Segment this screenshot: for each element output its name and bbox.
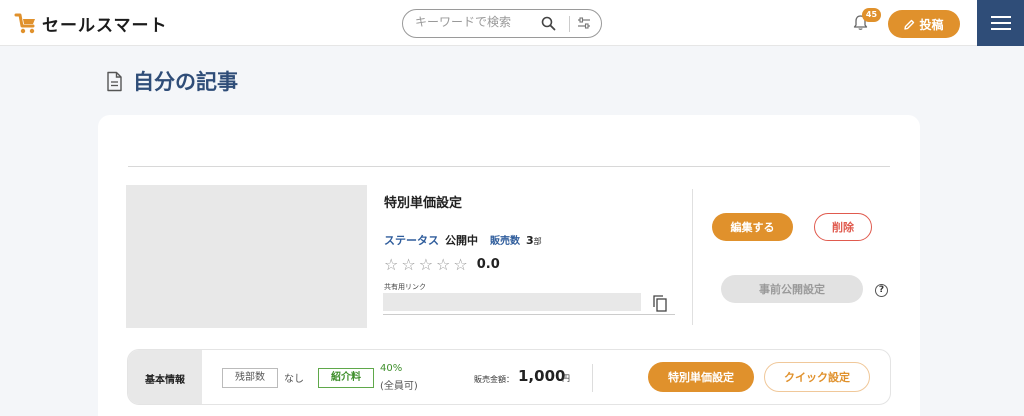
pencil-icon bbox=[904, 19, 915, 30]
hamburger-menu-icon bbox=[990, 16, 1011, 18]
referral-fee-tag: 紹介料 bbox=[318, 368, 374, 388]
status-row: ステータス 公開中 販売数 3 部 bbox=[384, 232, 542, 248]
remaining-copies-value: なし bbox=[284, 374, 304, 385]
search-icon[interactable] bbox=[541, 16, 556, 31]
search-divider bbox=[569, 16, 570, 32]
delete-button[interactable]: 削除 bbox=[814, 213, 872, 241]
referral-fee-note: (全員可) bbox=[380, 381, 418, 392]
sales-unit: 部 bbox=[533, 237, 542, 246]
sales-label: 販売数 bbox=[490, 236, 520, 247]
search-input[interactable] bbox=[415, 15, 535, 29]
brand-logo[interactable]: セールスマート bbox=[14, 11, 168, 36]
status-value: 公開中 bbox=[445, 234, 478, 247]
shopping-cart-logo-icon bbox=[14, 13, 35, 33]
post-button-label: 投稿 bbox=[919, 17, 944, 32]
special-price-button[interactable]: 特別単価設定 bbox=[648, 362, 754, 392]
status-label: ステータス bbox=[384, 234, 439, 247]
share-link-underline bbox=[383, 314, 675, 315]
edit-button[interactable]: 編集する bbox=[712, 213, 793, 241]
star-outline-icon: ☆ bbox=[436, 255, 451, 274]
star-outline-icon: ☆ bbox=[453, 255, 468, 274]
sales-count: 3 bbox=[526, 234, 534, 247]
page-title: 自分の記事 bbox=[106, 66, 238, 96]
basic-info-label: 基本情報 bbox=[128, 350, 202, 404]
price-label: 販売金額： bbox=[474, 375, 514, 384]
basic-info-bar: 基本情報 残部数 なし 紹介料 40% (全員可) 販売金額： 1,000 円 … bbox=[127, 349, 891, 405]
document-icon bbox=[107, 71, 122, 91]
search-box bbox=[402, 9, 602, 38]
prepublish-settings-button[interactable]: 事前公開設定 bbox=[721, 275, 863, 303]
post-button[interactable]: 投稿 bbox=[888, 10, 960, 38]
remaining-copies-tag: 残部数 bbox=[222, 368, 278, 388]
filter-sliders-icon[interactable] bbox=[577, 17, 591, 30]
page-title-text: 自分の記事 bbox=[133, 70, 238, 94]
notification-badge: 45 bbox=[862, 8, 881, 22]
hamburger-line bbox=[990, 28, 1011, 30]
info-divider bbox=[592, 364, 593, 392]
star-outline-icon: ☆ bbox=[418, 255, 434, 274]
share-link-label: 共有用リンク bbox=[384, 283, 426, 291]
hamburger-line bbox=[990, 22, 1011, 24]
card-divider bbox=[128, 166, 890, 167]
help-circle-icon[interactable]: ? bbox=[875, 284, 888, 297]
star-outline-icon: ☆ bbox=[384, 255, 399, 274]
top-header: セールスマート 45 投稿 bbox=[0, 0, 1024, 46]
price-unit: 円 bbox=[562, 374, 570, 383]
article-thumbnail[interactable] bbox=[126, 185, 367, 328]
hamburger-menu-button[interactable] bbox=[977, 0, 1024, 46]
share-link-field[interactable] bbox=[383, 293, 641, 311]
referral-fee-percent: 40% bbox=[380, 363, 403, 374]
article-card: 特別単価設定 ステータス 公開中 販売数 3 部 ☆ ☆ ☆ ☆ ☆ 0.0 共… bbox=[98, 115, 920, 416]
price-value: 1,000 bbox=[518, 367, 566, 385]
article-title[interactable]: 特別単価設定 bbox=[384, 192, 462, 211]
rating-stars: ☆ ☆ ☆ ☆ ☆ 0.0 bbox=[384, 255, 500, 274]
quick-settings-button[interactable]: クイック設定 bbox=[764, 362, 870, 392]
brand-name: セールスマート bbox=[42, 16, 168, 36]
star-outline-icon: ☆ bbox=[401, 255, 416, 274]
actions-divider bbox=[692, 189, 693, 325]
rating-value: 0.0 bbox=[476, 257, 500, 272]
copy-icon[interactable] bbox=[653, 295, 667, 312]
